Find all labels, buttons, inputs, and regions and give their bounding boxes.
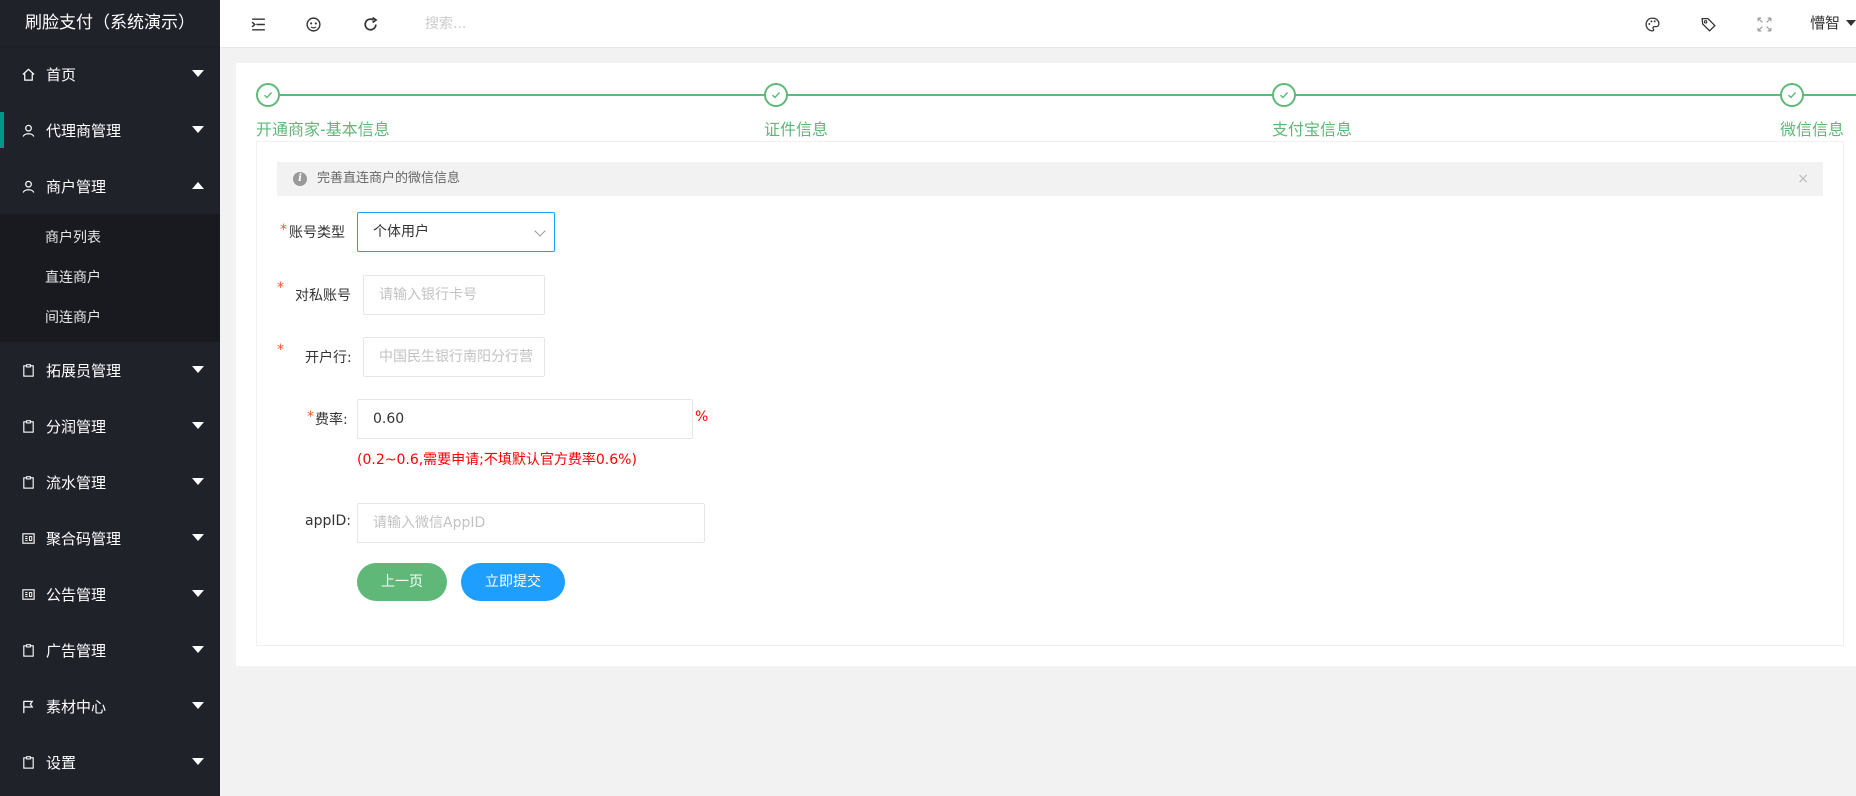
- sidebar-item-label: 首页: [46, 65, 77, 84]
- caret-down-icon: [192, 590, 204, 597]
- sidebar-item-label: 设置: [46, 753, 77, 772]
- clipboard-icon: [20, 418, 36, 434]
- bank-input[interactable]: [363, 337, 545, 377]
- step-label-certificates: 证件信息: [764, 120, 829, 139]
- appid-label: appID:: [305, 513, 351, 529]
- sidebar-subitem-merchant-list[interactable]: 商户列表: [0, 218, 220, 258]
- caret-down-icon: [192, 422, 204, 429]
- step-check-icon: [1272, 83, 1296, 107]
- refresh-icon[interactable]: [358, 12, 382, 36]
- step-label-basic-info: 开通商家-基本信息: [256, 120, 390, 139]
- step-check-icon: [256, 83, 280, 107]
- app-title: 刷脸支付（系统演示）: [0, 0, 220, 46]
- rate-hint: (0.2~0.6,需要申请;不填默认官方费率0.6%): [357, 452, 637, 468]
- clipboard-icon: [20, 474, 36, 490]
- clipboard-icon: [20, 362, 36, 378]
- user-icon: [20, 122, 36, 138]
- appid-input[interactable]: [357, 503, 705, 543]
- sidebar-item-label: 聚合码管理: [46, 529, 122, 548]
- sidebar-item-agents[interactable]: 代理商管理: [0, 102, 220, 158]
- sidebar: 刷脸支付（系统演示） 首页 代理商管理 商户管理 商户列表 直连商户 间连商户 …: [0, 0, 220, 796]
- merchant-submenu: 商户列表 直连商户 间连商户: [0, 214, 220, 342]
- prev-page-button[interactable]: 上一页: [357, 563, 447, 601]
- sidebar-item-merchants[interactable]: 商户管理: [0, 158, 220, 214]
- close-icon[interactable]: ×: [1797, 162, 1809, 196]
- caret-down-icon: [192, 70, 204, 77]
- fullscreen-icon[interactable]: [1752, 12, 1776, 36]
- sidebar-item-aggregate-codes[interactable]: 聚合码管理: [0, 510, 220, 566]
- top-header: 懵智: [220, 0, 1856, 48]
- account-type-value: 个体用户: [373, 224, 429, 240]
- required-marker: *: [277, 280, 284, 296]
- sidebar-item-label: 流水管理: [46, 473, 107, 492]
- sidebar-item-transactions[interactable]: 流水管理: [0, 454, 220, 510]
- flag-icon: [20, 698, 36, 714]
- tag-icon[interactable]: [1696, 12, 1720, 36]
- bank-label: 开户行:: [305, 350, 352, 366]
- step-label-alipay: 支付宝信息: [1272, 120, 1353, 139]
- submit-button[interactable]: 立即提交: [461, 563, 565, 601]
- home-icon: [20, 66, 36, 82]
- step-label-wechat: 微信信息: [1780, 120, 1845, 139]
- main-card: 开通商家-基本信息 证件信息 支付宝信息 微信信息 i 完善直连商户的微信信息 …: [236, 63, 1856, 666]
- theme-palette-icon[interactable]: [1640, 12, 1664, 36]
- sidebar-item-announcements[interactable]: 公告管理: [0, 566, 220, 622]
- rate-label: 费率:: [315, 412, 348, 428]
- account-type-select[interactable]: 个体用户: [357, 212, 555, 252]
- sidebar-item-label: 拓展员管理: [46, 361, 122, 380]
- info-icon: i: [293, 172, 307, 186]
- step-line: [280, 94, 1856, 96]
- step-check-icon: [764, 83, 788, 107]
- sidebar-item-label: 公告管理: [46, 585, 107, 604]
- sidebar-item-ads[interactable]: 广告管理: [0, 622, 220, 678]
- sidebar-item-label: 分润管理: [46, 417, 107, 436]
- wechat-info-form: i 完善直连商户的微信信息 × * 账号类型 个体用户 * 对私账号 * 开户行…: [256, 141, 1844, 646]
- sidebar-item-label: 素材中心: [46, 697, 107, 716]
- sidebar-item-materials[interactable]: 素材中心: [0, 678, 220, 734]
- form-tip-text: 完善直连商户的微信信息: [317, 171, 461, 186]
- user-menu[interactable]: 懵智: [1810, 12, 1856, 33]
- caret-down-icon: [192, 478, 204, 485]
- step-check-icon: [1780, 83, 1804, 107]
- caret-down-icon: [192, 126, 204, 133]
- sidebar-item-expanders[interactable]: 拓展员管理: [0, 342, 220, 398]
- website-icon[interactable]: [301, 12, 325, 36]
- private-account-label: 对私账号: [295, 288, 351, 304]
- clipboard-icon: [20, 642, 36, 658]
- user-icon: [20, 178, 36, 194]
- private-account-input[interactable]: [363, 275, 545, 315]
- sidebar-item-settings[interactable]: 设置: [0, 734, 220, 790]
- chevron-down-icon: [534, 225, 546, 237]
- caret-down-icon: [192, 366, 204, 373]
- sidebar-item-profit-sharing[interactable]: 分润管理: [0, 398, 220, 454]
- caret-down-icon: [192, 646, 204, 653]
- news-icon: [20, 530, 36, 546]
- sidebar-item-label: 广告管理: [46, 641, 107, 660]
- menu-collapse-icon[interactable]: [246, 12, 270, 36]
- required-marker: *: [307, 409, 314, 425]
- sidebar-item-label: 代理商管理: [46, 121, 122, 140]
- required-marker: *: [277, 342, 284, 358]
- news-icon: [20, 586, 36, 602]
- form-tip: i 完善直连商户的微信信息 ×: [277, 162, 1823, 196]
- sidebar-item-home[interactable]: 首页: [0, 46, 220, 102]
- required-marker: *: [280, 222, 287, 238]
- sidebar-subitem-indirect-merchants[interactable]: 间连商户: [0, 298, 220, 338]
- rate-unit: %: [695, 409, 709, 425]
- sidebar-subitem-direct-merchants[interactable]: 直连商户: [0, 258, 220, 298]
- sidebar-item-label: 商户管理: [46, 177, 107, 196]
- search-input[interactable]: [425, 12, 665, 36]
- rate-input[interactable]: [357, 399, 693, 439]
- account-type-label: 账号类型: [289, 225, 345, 241]
- caret-up-icon: [192, 182, 204, 189]
- caret-down-icon: [192, 702, 204, 709]
- caret-down-icon: [192, 534, 204, 541]
- caret-down-icon: [192, 758, 204, 765]
- step-progress: 开通商家-基本信息 证件信息 支付宝信息 微信信息: [256, 83, 1856, 143]
- clipboard-icon: [20, 754, 36, 770]
